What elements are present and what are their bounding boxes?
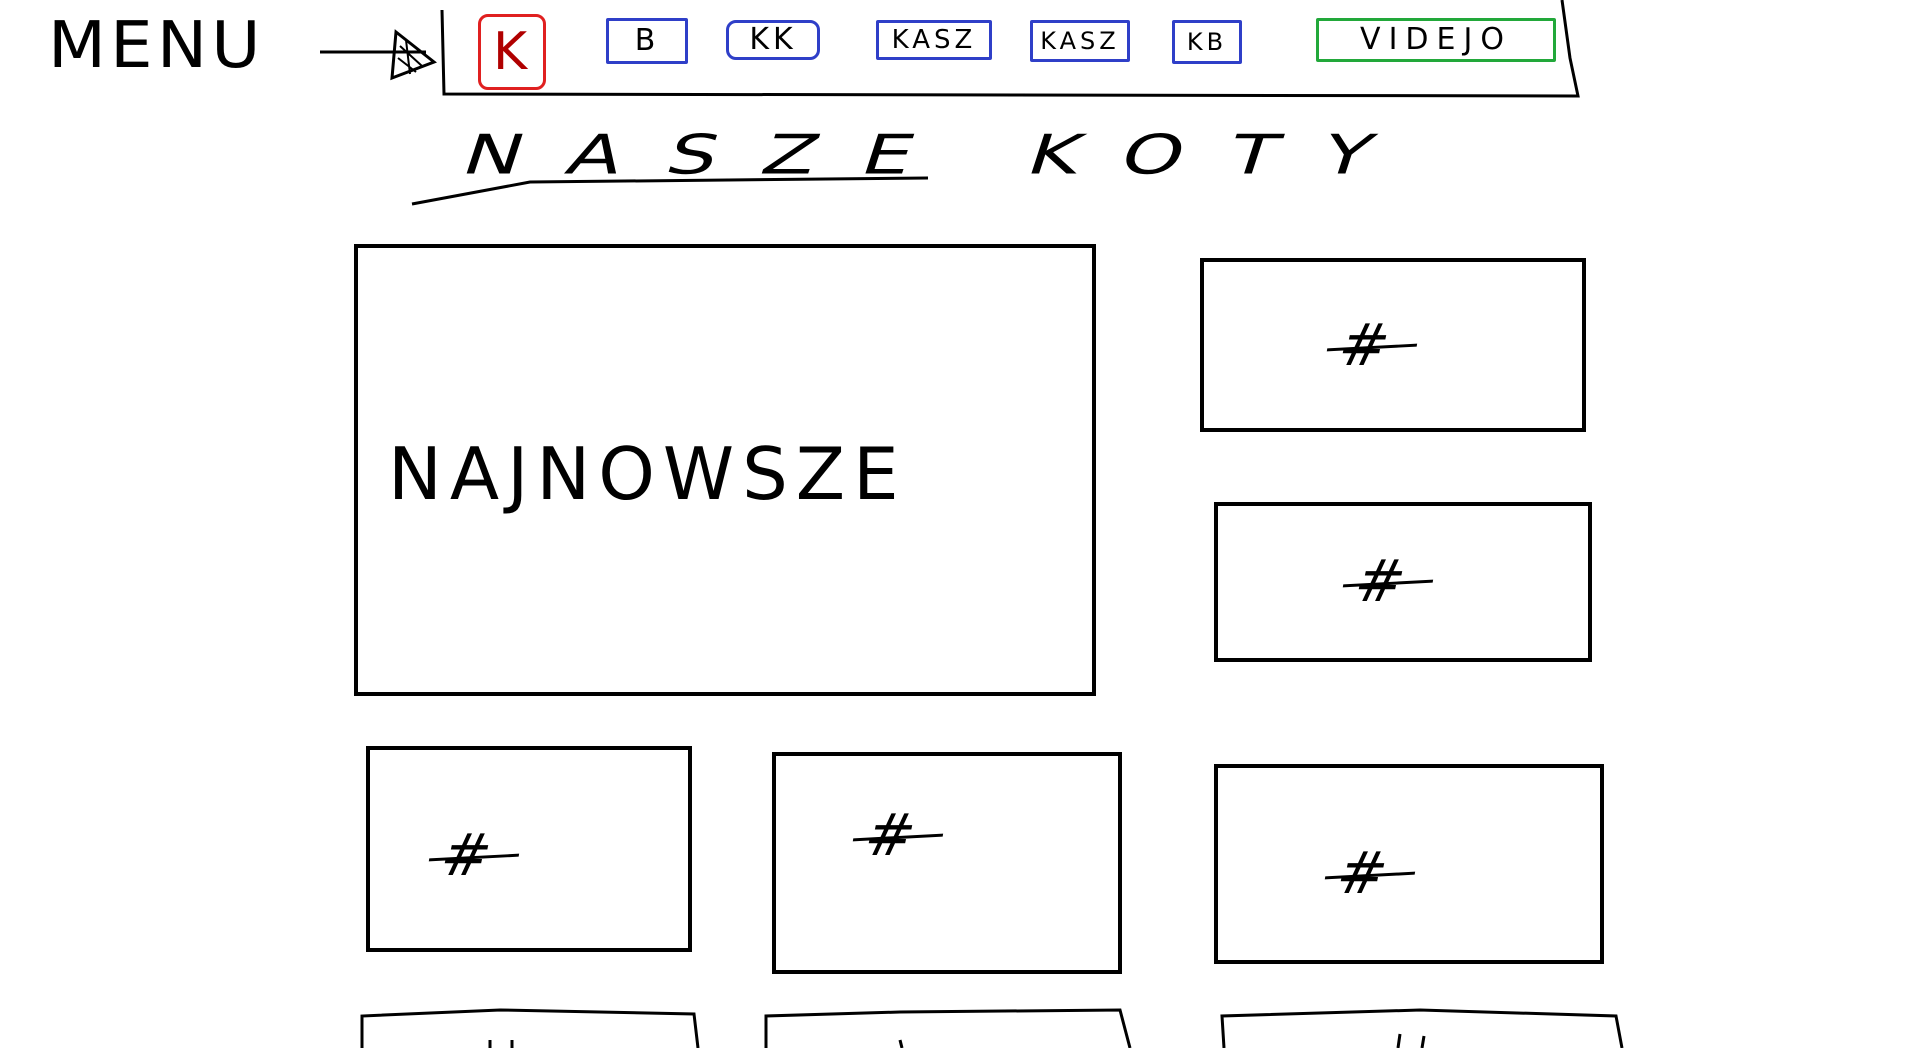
next-row-thumbnails xyxy=(360,1008,1624,1048)
nav-item-video[interactable]: VIDEJO xyxy=(1316,18,1556,62)
arrow-right-icon xyxy=(320,29,438,81)
title-underline xyxy=(411,176,929,206)
cat-thumbnail-2[interactable]: # xyxy=(1214,502,1592,662)
page-title-wrapper: NASZE KOTY xyxy=(400,124,1500,218)
placeholder-hash-icon: # xyxy=(434,821,498,889)
featured-newest-box[interactable]: NAJNOWSZE xyxy=(354,244,1096,696)
nav-item-b[interactable]: B xyxy=(606,18,688,64)
featured-label: NAJNOWSZE xyxy=(388,432,907,516)
placeholder-hash-icon: # xyxy=(858,801,922,869)
nav-item-kasz-2[interactable]: KASZ xyxy=(1030,20,1130,62)
cat-thumbnail-5[interactable]: # xyxy=(1214,764,1604,964)
nav-item-k[interactable]: K xyxy=(478,14,546,90)
cat-thumbnail-3[interactable]: # xyxy=(366,746,692,952)
cat-thumbnail-4[interactable]: # xyxy=(772,752,1122,974)
cat-thumbnail-1[interactable]: # xyxy=(1200,258,1586,432)
placeholder-hash-icon: # xyxy=(1330,839,1394,907)
placeholder-hash-icon: # xyxy=(1332,311,1396,379)
nav-item-kk[interactable]: KK xyxy=(726,20,820,60)
nav-item-kb[interactable]: KB xyxy=(1172,20,1242,64)
placeholder-hash-icon: # xyxy=(1348,547,1412,615)
nav-item-kasz-1[interactable]: KASZ xyxy=(876,20,992,60)
menu-label: MENU xyxy=(48,9,265,83)
